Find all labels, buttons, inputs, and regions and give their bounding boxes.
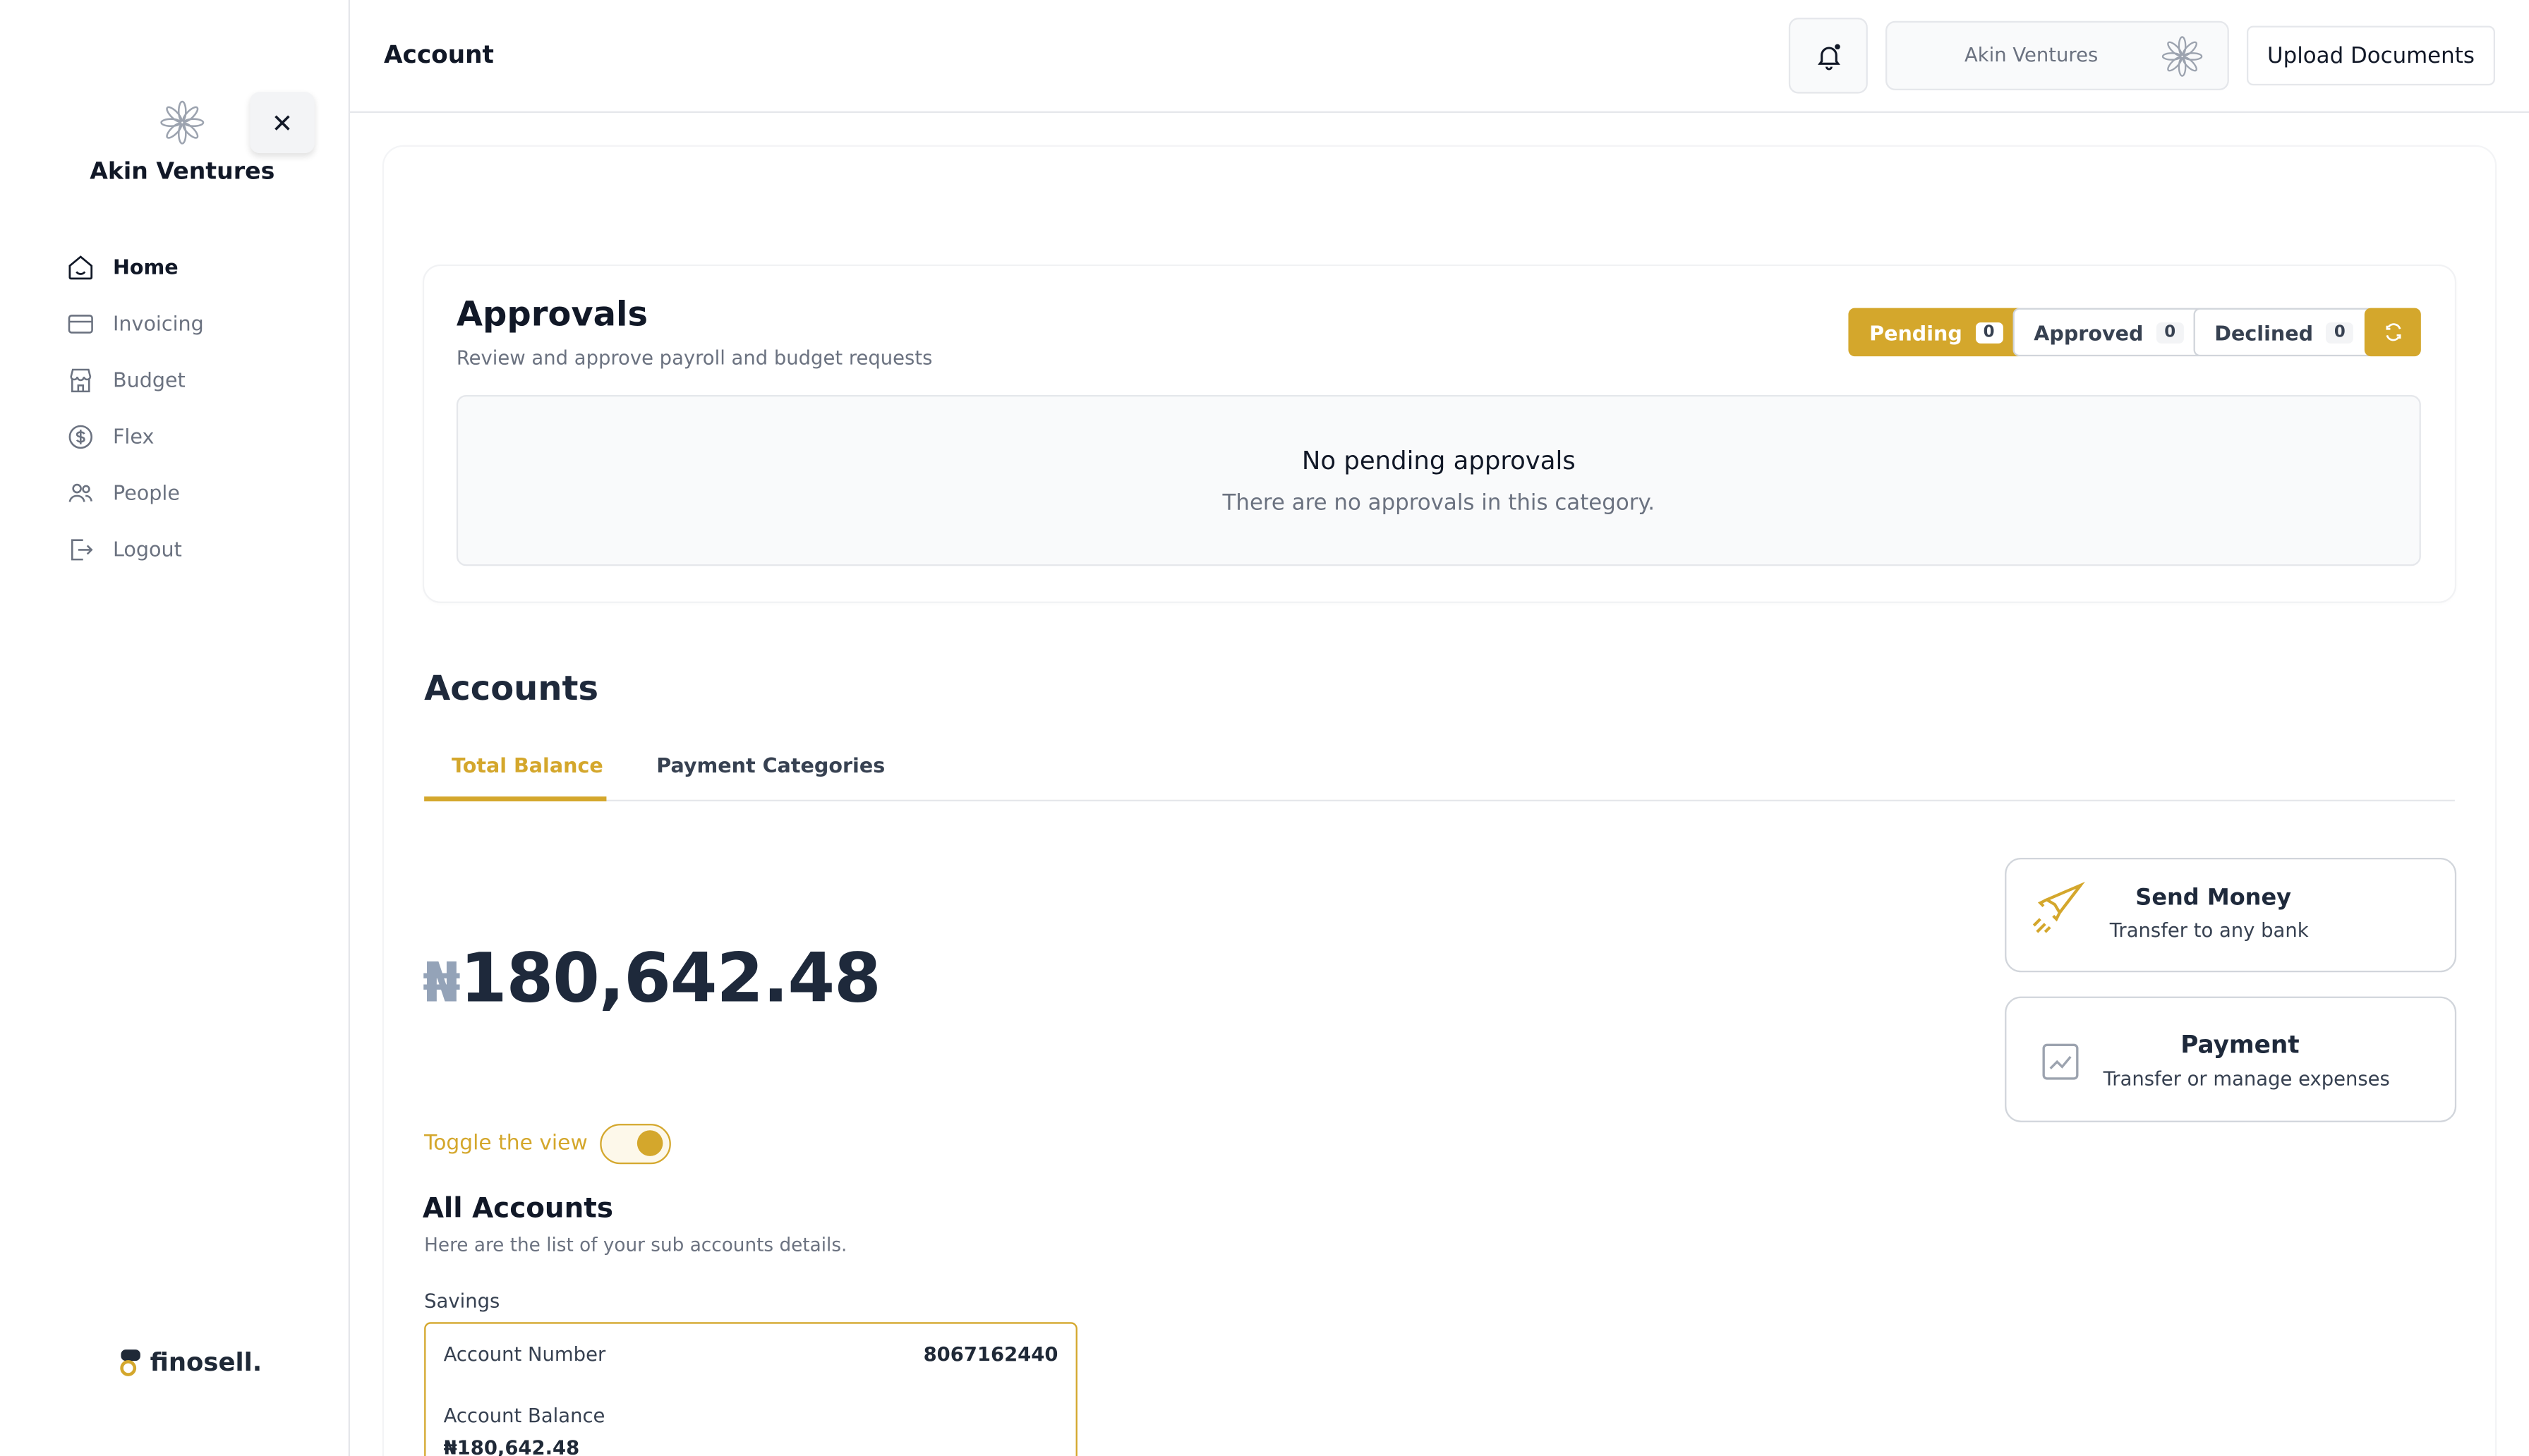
send-money-title: Send Money [2135, 885, 2292, 911]
accounts-tabs: Total Balance Payment Categories [424, 741, 2455, 801]
empty-state-description: There are no approvals in this category. [1222, 490, 1655, 516]
sidebar-item-invoicing[interactable]: Invoicing [66, 295, 204, 351]
sidebar-item-budget[interactable]: Budget [66, 351, 204, 408]
brand-logo: finosell. [119, 1348, 262, 1377]
sidebar-item-flex[interactable]: Flex [66, 408, 204, 464]
brand-name: finosell. [150, 1347, 262, 1377]
notifications-button[interactable] [1788, 18, 1868, 94]
close-icon: ✕ [271, 107, 294, 138]
view-toggle-switch[interactable] [600, 1124, 672, 1165]
all-accounts-subtitle: Here are the list of your sub accounts d… [424, 1233, 847, 1256]
currency-symbol: ₦ [422, 951, 461, 1016]
filter-count: 0 [1975, 321, 2003, 343]
approvals-empty-state: No pending approvals There are no approv… [456, 394, 2421, 566]
org-logo-icon [160, 100, 205, 145]
payment-subtitle: Transfer or manage expenses [2103, 1067, 2390, 1091]
empty-state-title: No pending approvals [1301, 447, 1576, 476]
sidebar-item-label: Home [112, 255, 179, 279]
org-switcher[interactable]: Akin Ventures [1885, 20, 2229, 90]
account-number-value: 8067162440 [923, 1342, 1058, 1366]
org-logo-icon [2161, 36, 2203, 77]
sidebar-nav: Home Invoicing Budget Flex People Logout [66, 238, 204, 577]
account-balance-label: Account Balance [443, 1404, 605, 1427]
people-icon [68, 483, 92, 502]
page-title: Account [383, 40, 494, 70]
upload-documents-button[interactable]: Upload Documents [2246, 25, 2495, 86]
filter-approved-button[interactable]: Approved 0 [2012, 308, 2205, 357]
logout-icon [71, 538, 93, 560]
filter-count: 0 [2326, 321, 2354, 343]
tab-total-balance[interactable]: Total Balance [452, 753, 603, 777]
storefront-icon [70, 368, 92, 392]
filter-pending-button[interactable]: Pending 0 [1848, 308, 2024, 357]
close-sidebar-button[interactable]: ✕ [250, 92, 315, 154]
sidebar-item-label: Invoicing [112, 311, 204, 336]
org-switcher-label: Akin Ventures [1964, 43, 2099, 66]
sidebar-item-label: Budget [112, 368, 186, 392]
filter-label: Approved [2034, 320, 2144, 344]
bell-icon [1816, 43, 1840, 70]
top-header: Account Akin Ventures Upload Documents [349, 0, 2529, 113]
home-icon [68, 255, 93, 279]
sidebar-item-label: Flex [112, 424, 155, 449]
refresh-icon [2385, 323, 2401, 341]
sub-account-type: Savings [424, 1290, 500, 1313]
org-name: Akin Ventures [90, 159, 275, 186]
sidebar-item-label: Logout [112, 537, 182, 562]
sidebar-item-label: People [112, 480, 180, 505]
toggle-knob [637, 1130, 664, 1156]
send-money-card[interactable]: Send Money Transfer to any bank [2005, 857, 2457, 973]
view-toggle-row: Toggle the view [424, 1124, 672, 1165]
toggle-label: Toggle the view [424, 1132, 588, 1156]
sub-account-card[interactable]: Account Number 8067162440 Account Balanc… [424, 1322, 1078, 1456]
finosell-logo-icon [120, 1349, 140, 1376]
sidebar-item-home[interactable]: Home [66, 238, 204, 295]
filter-label: Declined [2214, 320, 2314, 344]
payment-title: Payment [2180, 1030, 2300, 1060]
sidebar: ✕ Akin Ventures Home Invoicing Budget Fl… [0, 0, 350, 1456]
active-tab-indicator [424, 796, 607, 801]
account-balance-value: ₦180,642.48 [443, 1436, 580, 1456]
filter-count: 0 [2156, 321, 2184, 343]
refresh-button[interactable] [2364, 308, 2421, 357]
account-number-label: Account Number [443, 1342, 606, 1366]
send-money-subtitle: Transfer to any bank [2109, 918, 2309, 942]
accounts-title: Accounts [424, 669, 599, 708]
approvals-panel: Approvals Review and approve payroll and… [424, 266, 2455, 602]
total-balance: ₦180,642.48 [423, 938, 881, 1017]
rocket-icon [2032, 881, 2085, 933]
sidebar-item-logout[interactable]: Logout [66, 521, 204, 577]
filter-declined-button[interactable]: Declined 0 [2193, 308, 2374, 357]
tab-payment-categories[interactable]: Payment Categories [656, 753, 885, 777]
credit-card-icon [68, 313, 93, 333]
dollar-circle-icon [68, 424, 92, 448]
payment-card[interactable]: Payment Transfer or manage expenses [2005, 996, 2457, 1122]
balance-amount: 180,642.48 [459, 938, 881, 1018]
approvals-subtitle: Review and approve payroll and budget re… [456, 346, 933, 370]
all-accounts-title: All Accounts [422, 1193, 613, 1226]
approvals-title: Approvals [456, 295, 648, 334]
chart-icon [2042, 1043, 2079, 1080]
filter-label: Pending [1869, 320, 1962, 344]
sidebar-item-people[interactable]: People [66, 464, 204, 521]
